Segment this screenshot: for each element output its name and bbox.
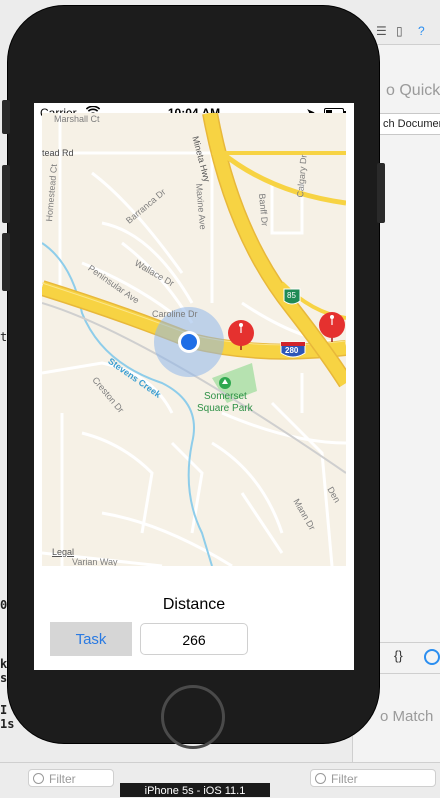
home-button[interactable]	[161, 685, 225, 749]
app-screen: Carrier 10:04 AM ➤	[34, 103, 354, 670]
filter-icon	[315, 773, 326, 784]
editor-fragment: t	[0, 330, 8, 344]
editor-fragment: 1s	[0, 717, 15, 731]
distance-value-field[interactable]: 266	[140, 623, 248, 655]
device-label: iPhone 5s - iOS 11.1	[120, 783, 270, 797]
legal-link[interactable]: Legal	[52, 547, 74, 557]
street-label: tead Rd	[42, 148, 74, 158]
park-label: Somerset	[204, 391, 247, 402]
street-label: Varian Way	[72, 557, 118, 566]
street-label: Caroline Dr	[152, 309, 198, 319]
distance-label: Distance	[162, 596, 226, 613]
object-library-icon[interactable]	[424, 649, 440, 665]
filter-placeholder: Filter	[331, 772, 358, 786]
power-button	[377, 163, 385, 223]
filter-icon	[33, 773, 44, 784]
document-icon[interactable]: ▯	[396, 24, 403, 38]
shield-label-280: 280	[285, 346, 299, 355]
editor-fragment: I	[0, 703, 8, 717]
filter-placeholder: Filter	[49, 772, 76, 786]
task-button[interactable]: Task	[50, 622, 132, 656]
code-snippet-icon[interactable]: {}	[394, 648, 403, 663]
park-label: Square Park	[197, 403, 253, 414]
search-documentation-button[interactable]: ch Documen	[376, 113, 440, 135]
editor-fragment: k	[0, 657, 8, 671]
volume-down-button	[2, 233, 10, 291]
map-view[interactable]: Marshall Ct tead Rd Mineta Hwy Homestead…	[42, 113, 346, 566]
mute-switch	[2, 100, 10, 134]
filter-field-right[interactable]: Filter	[310, 769, 436, 787]
help-icon[interactable]: ?	[418, 24, 425, 38]
no-matches-text: o Match	[380, 708, 434, 725]
editor-fragment: 0	[0, 598, 8, 612]
filter-field-left[interactable]: Filter	[28, 769, 114, 787]
lines-icon[interactable]: ☰	[376, 24, 387, 38]
quick-help-text: o Quick H	[386, 82, 440, 99]
street-label: Marshall Ct	[54, 114, 100, 124]
volume-up-button	[2, 165, 10, 223]
user-location-dot[interactable]	[181, 334, 197, 350]
shield-label-85: 85	[287, 291, 296, 300]
